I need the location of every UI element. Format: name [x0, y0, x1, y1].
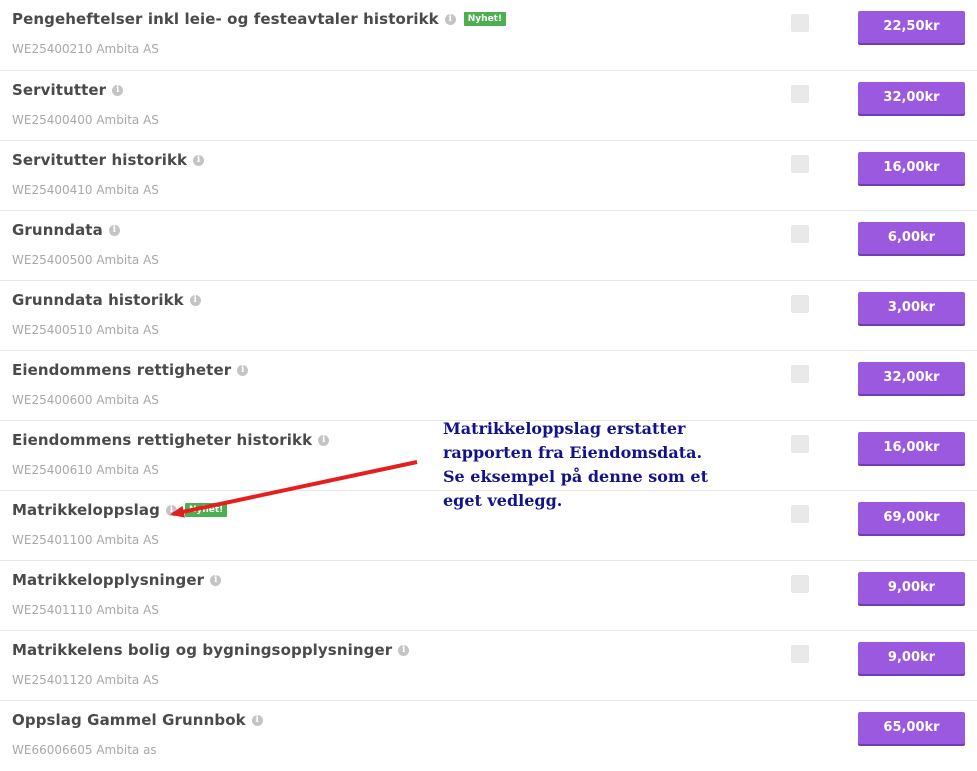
price-button[interactable]: 16,00kr: [858, 432, 965, 464]
info-icon[interactable]: i: [189, 294, 201, 306]
info-icon[interactable]: i: [318, 434, 330, 446]
product-row: Oppslag Gammel Grunnbok i WE66006605 Amb…: [0, 701, 977, 771]
price-button[interactable]: 65,00kr: [858, 712, 965, 744]
product-checkbox[interactable]: [791, 435, 809, 453]
product-title: Eiendommens rettigheter: [12, 361, 232, 379]
annotation-line: eget vedlegg.: [443, 491, 563, 510]
product-title: Matrikkelopplysninger: [12, 571, 205, 589]
product-checkbox[interactable]: [791, 225, 809, 243]
product-title: Matrikkelens bolig og bygningsopplysning…: [12, 641, 393, 659]
product-title-line: Eiendommens rettigheter i: [12, 361, 249, 379]
product-title: Oppslag Gammel Grunnbok: [12, 711, 246, 729]
product-code: WE25400400 Ambita AS: [12, 113, 159, 127]
product-code: WE25401120 Ambita AS: [12, 673, 159, 687]
product-title-line: Grunndata historikk i: [12, 291, 201, 309]
price-button[interactable]: 22,50kr: [858, 11, 965, 43]
product-title-line: Matrikkelens bolig og bygningsopplysning…: [12, 641, 410, 659]
product-row: Matrikkelens bolig og bygningsopplysning…: [0, 631, 977, 701]
product-checkbox[interactable]: [791, 155, 809, 173]
product-row: Servitutter historikk i WE25400410 Ambit…: [0, 141, 977, 211]
product-title-line: Oppslag Gammel Grunnbok i: [12, 711, 263, 729]
price-button[interactable]: 32,00kr: [858, 362, 965, 394]
product-checkbox[interactable]: [791, 575, 809, 593]
product-code: WE25400210 Ambita AS: [12, 42, 159, 56]
product-checkbox[interactable]: [791, 295, 809, 313]
product-title: Grunndata historikk: [12, 291, 184, 309]
price-button[interactable]: 9,00kr: [858, 642, 965, 674]
product-code: WE25400500 Ambita AS: [12, 253, 159, 267]
product-title: Grunndata: [12, 221, 103, 239]
product-checkbox[interactable]: [791, 365, 809, 383]
product-title-line: Eiendommens rettigheter historikk i: [12, 431, 330, 449]
product-code: WE25401110 Ambita AS: [12, 603, 159, 617]
product-row: Eiendommens rettigheter i WE25400600 Amb…: [0, 351, 977, 421]
product-title-line: Servitutter historikk i: [12, 151, 205, 169]
price-button[interactable]: 69,00kr: [858, 502, 965, 534]
product-code: WE25400510 Ambita AS: [12, 323, 159, 337]
info-icon[interactable]: i: [237, 364, 249, 376]
info-icon[interactable]: i: [210, 574, 222, 586]
product-code: WE25400610 Ambita AS: [12, 463, 159, 477]
info-icon[interactable]: i: [108, 224, 120, 236]
product-checkbox[interactable]: [791, 645, 809, 663]
product-title: Pengeheftelser inkl leie- og festeavtale…: [12, 10, 439, 28]
price-button[interactable]: 3,00kr: [858, 292, 965, 324]
product-title: Eiendommens rettigheter historikk: [12, 431, 313, 449]
product-title-line: Servitutter i: [12, 81, 124, 99]
product-row: Grunndata i WE25400500 Ambita AS 6,00kr: [0, 211, 977, 281]
annotation-line: Se eksempel på denne som et: [443, 467, 708, 486]
product-code: WE25400600 Ambita AS: [12, 393, 159, 407]
new-badge: Nyhet!: [184, 503, 228, 517]
annotation-note: Matrikkeloppslag erstatter rapporten fra…: [443, 417, 743, 513]
product-title-line: Matrikkeloppslag i Nyhet!: [12, 501, 228, 519]
product-checkbox[interactable]: [791, 14, 809, 32]
product-title-line: Matrikkelopplysninger i: [12, 571, 222, 589]
info-icon[interactable]: i: [251, 714, 263, 726]
info-icon[interactable]: i: [165, 504, 177, 516]
product-row: Servitutter i WE25400400 Ambita AS 32,00…: [0, 71, 977, 141]
info-icon[interactable]: i: [398, 644, 410, 656]
price-button[interactable]: 16,00kr: [858, 152, 965, 184]
product-title: Matrikkeloppslag: [12, 501, 160, 519]
product-row: Pengeheftelser inkl leie- og festeavtale…: [0, 0, 977, 71]
new-badge: Nyhet!: [463, 12, 507, 26]
product-title: Servitutter historikk: [12, 151, 188, 169]
annotation-line: Matrikkeloppslag erstatter: [443, 419, 686, 438]
info-icon[interactable]: i: [193, 154, 205, 166]
product-row: Grunndata historikk i WE25400510 Ambita …: [0, 281, 977, 351]
price-button[interactable]: 32,00kr: [858, 82, 965, 114]
product-checkbox[interactable]: [791, 85, 809, 103]
product-title: Servitutter: [12, 81, 107, 99]
product-checkbox[interactable]: [791, 505, 809, 523]
price-button[interactable]: 9,00kr: [858, 572, 965, 604]
product-code: WE25400410 Ambita AS: [12, 183, 159, 197]
info-icon[interactable]: i: [444, 13, 456, 25]
product-title-line: Grunndata i: [12, 221, 120, 239]
info-icon[interactable]: i: [112, 84, 124, 96]
product-title-line: Pengeheftelser inkl leie- og festeavtale…: [12, 10, 507, 28]
product-list: Pengeheftelser inkl leie- og festeavtale…: [0, 0, 977, 771]
product-code: WE66006605 Ambita as: [12, 743, 157, 757]
annotation-line: rapporten fra Eiendomsdata.: [443, 443, 703, 462]
price-button[interactable]: 6,00kr: [858, 222, 965, 254]
product-row: Matrikkelopplysninger i WE25401110 Ambit…: [0, 561, 977, 631]
product-code: WE25401100 Ambita AS: [12, 533, 159, 547]
